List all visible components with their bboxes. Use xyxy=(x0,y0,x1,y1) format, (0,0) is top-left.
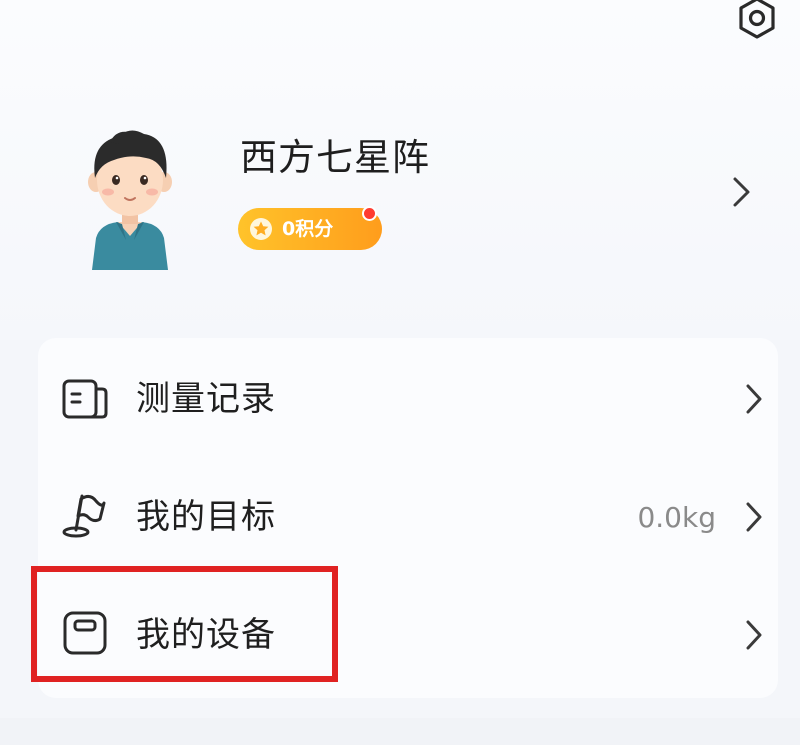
menu-item-my-goal[interactable]: 我的目标 0.0kg xyxy=(38,460,778,572)
username: 西方七星阵 xyxy=(240,136,430,179)
star-icon xyxy=(250,218,272,240)
notification-dot xyxy=(362,206,377,221)
points-label: 0积分 xyxy=(282,218,334,240)
menu-item-label: 我的目标 xyxy=(136,497,276,537)
chevron-right-icon xyxy=(733,177,750,207)
document-list-icon xyxy=(62,379,108,419)
bottom-divider xyxy=(0,718,800,745)
profile-row[interactable]: 西方七星阵 0积分 xyxy=(0,100,800,280)
avatar xyxy=(88,130,172,270)
flag-target-icon xyxy=(62,494,106,538)
chevron-right-icon xyxy=(746,620,762,650)
menu-item-label: 测量记录 xyxy=(136,379,276,419)
chevron-right-icon xyxy=(746,502,762,532)
settings-button[interactable] xyxy=(732,0,782,40)
points-badge[interactable]: 0积分 xyxy=(238,206,382,250)
menu-item-measure-records[interactable]: 测量记录 xyxy=(38,342,778,454)
settings-icon xyxy=(739,0,775,39)
highlight-annotation-box xyxy=(31,566,338,682)
chevron-right-icon xyxy=(746,384,762,414)
goal-weight-value: 0.0kg xyxy=(637,501,716,534)
